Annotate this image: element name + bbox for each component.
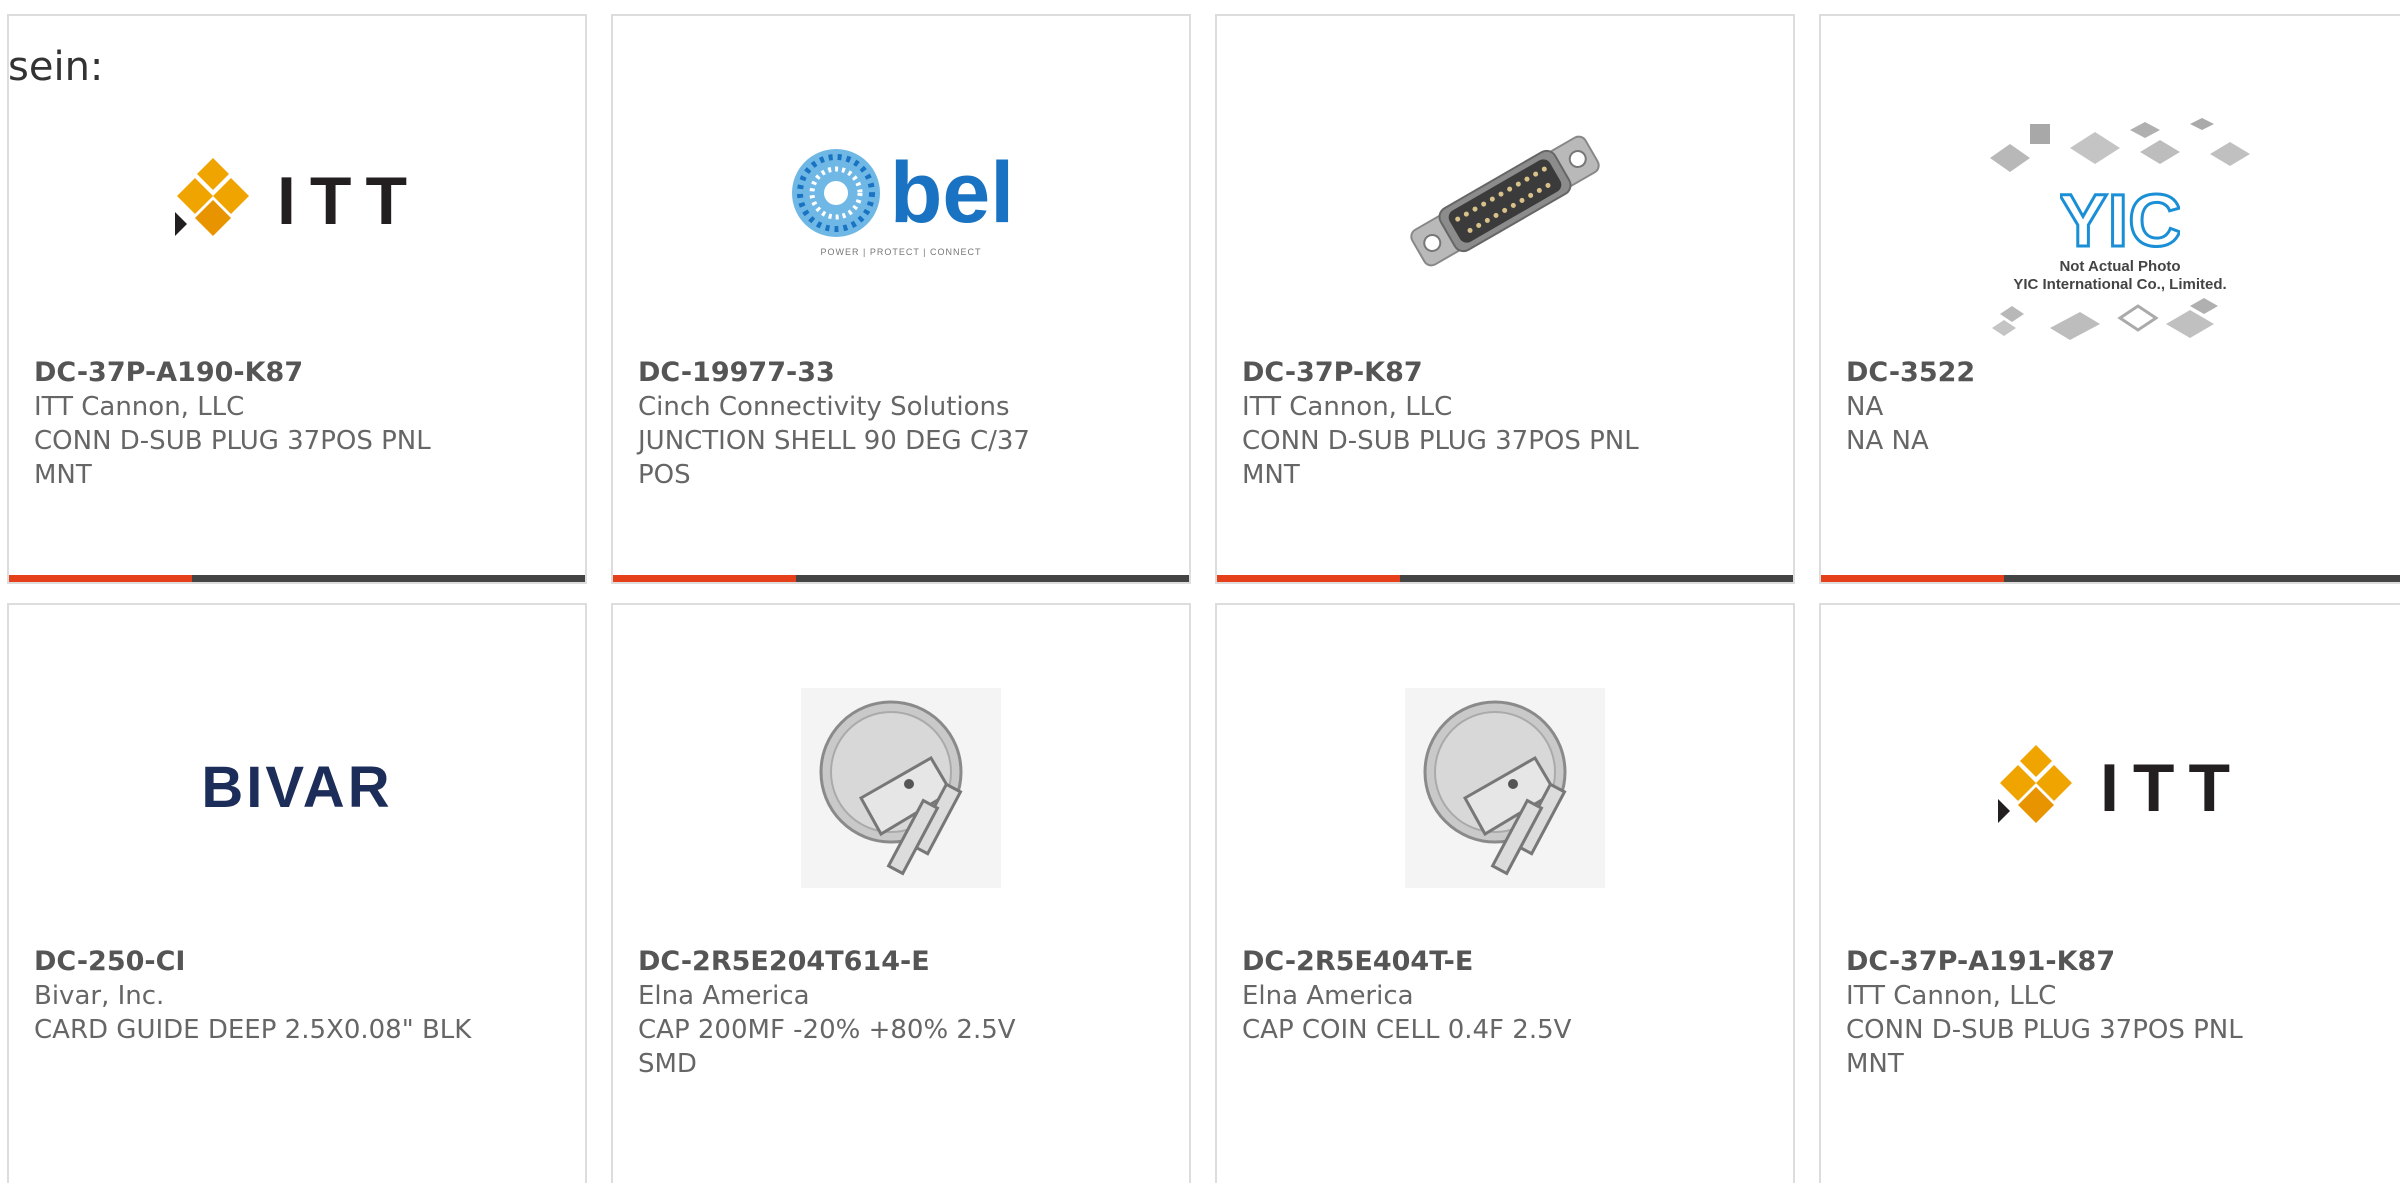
card-bar-accent <box>1217 575 1400 582</box>
chip-shapes-icon <box>1992 298 2218 340</box>
yic-note-line-2: YIC International Co., Limited. <box>2013 276 2227 293</box>
part-number-link[interactable]: DC-37P-K87 <box>1242 356 1773 390</box>
itt-diamond-icon <box>1998 744 2073 823</box>
dsub-connector-photo <box>1410 135 1600 267</box>
itt-logo: ITT <box>173 156 421 246</box>
description-cont: MNT <box>1846 1049 1904 1079</box>
manufacturer: ITT Cannon, LLC <box>34 392 245 422</box>
manufacturer: Bivar, Inc. <box>34 981 165 1011</box>
product-card[interactable]: BIVAR DC-250-CI Bivar, Inc. CARD GUIDE D… <box>7 603 587 1183</box>
bivar-logo: BIVAR <box>201 755 393 820</box>
product-card[interactable]: ITT DC-37P-A191-K87 ITT Cannon, LLC CONN… <box>1819 603 2400 1183</box>
manufacturer: ITT Cannon, LLC <box>1242 392 1453 422</box>
description: CONN D-SUB PLUG 37POS PNL <box>34 426 431 456</box>
itt-logo: ITT <box>1996 743 2244 833</box>
part-number-link[interactable]: DC-37P-A190-K87 <box>34 356 565 390</box>
lead-text: sein: <box>8 44 104 90</box>
yic-logo-text: YIC <box>2060 179 2180 258</box>
card-bar <box>9 575 585 582</box>
itt-logo-text: ITT <box>277 163 421 239</box>
card-bar <box>1821 575 2400 582</box>
product-image[interactable] <box>613 660 1189 915</box>
description-cont: POS <box>638 460 691 490</box>
card-bar-accent <box>613 575 796 582</box>
yic-logo: YIC <box>2060 178 2180 258</box>
description-cont: MNT <box>1242 460 1300 490</box>
description: CAP COIN CELL 0.4F 2.5V <box>1242 1015 1572 1045</box>
description-cont: SMD <box>638 1049 697 1079</box>
card-bar-accent <box>9 575 192 582</box>
coin-cell-photo <box>801 687 1001 888</box>
card-bar <box>613 575 1189 582</box>
description: CARD GUIDE DEEP 2.5X0.08" BLK <box>34 1015 472 1045</box>
manufacturer: Elna America <box>1242 981 1414 1011</box>
product-card[interactable]: ITT DC-37P-A190-K87 ITT Cannon, LLC CONN… <box>7 14 587 584</box>
manufacturer: NA <box>1846 392 1884 422</box>
product-card[interactable]: bel POWER | PROTECT | CONNECT DC-19977-3… <box>611 14 1191 584</box>
part-number-link[interactable]: DC-2R5E204T614-E <box>638 945 1169 979</box>
product-image[interactable]: ITT <box>9 76 585 326</box>
product-card[interactable]: DC-37P-K87 ITT Cannon, LLC CONN D-SUB PL… <box>1215 14 1795 584</box>
bel-tagline: POWER | PROTECT | CONNECT <box>820 247 982 257</box>
description: JUNCTION SHELL 90 DEG C/37 <box>638 426 1030 456</box>
description: CONN D-SUB PLUG 37POS PNL <box>1242 426 1639 456</box>
chip-shapes-icon <box>1990 118 2250 172</box>
bel-logo: bel POWER | PROTECT | CONNECT <box>788 145 1014 257</box>
manufacturer: Cinch Connectivity Solutions <box>638 392 1010 422</box>
product-image[interactable]: BIVAR <box>9 660 585 915</box>
itt-logo-text: ITT <box>2100 749 2244 826</box>
description: CONN D-SUB PLUG 37POS PNL <box>1846 1015 2243 1045</box>
product-card[interactable]: YIC Not Actual Photo YIC International C… <box>1819 14 2400 584</box>
yic-note-line-1: Not Actual Photo <box>2059 258 2181 275</box>
description-cont: MNT <box>34 460 92 490</box>
bel-logo-text: bel <box>889 145 1015 241</box>
product-card[interactable]: DC-2R5E204T614-E Elna America CAP 200MF … <box>611 603 1191 1183</box>
manufacturer: Elna America <box>638 981 810 1011</box>
itt-diamond-icon <box>175 158 250 236</box>
product-image[interactable]: ITT <box>1821 660 2400 915</box>
product-card[interactable]: DC-2R5E404T-E Elna America CAP COIN CELL… <box>1215 603 1795 1183</box>
product-image[interactable] <box>1217 76 1793 326</box>
product-image[interactable]: bel POWER | PROTECT | CONNECT <box>613 76 1189 326</box>
product-image[interactable]: YIC Not Actual Photo YIC International C… <box>1821 96 2400 366</box>
description: NA NA <box>1846 426 1929 456</box>
description: CAP 200MF -20% +80% 2.5V <box>638 1015 1016 1045</box>
part-number-link[interactable]: DC-19977-33 <box>638 356 1169 390</box>
bel-globe-icon <box>791 149 880 237</box>
part-number-link[interactable]: DC-37P-A191-K87 <box>1846 945 2399 979</box>
card-bar-accent <box>1821 575 2004 582</box>
part-number-link[interactable]: DC-3522 <box>1846 356 2399 390</box>
manufacturer: ITT Cannon, LLC <box>1846 981 2057 1011</box>
part-number-link[interactable]: DC-250-CI <box>34 945 565 979</box>
coin-cell-photo <box>1405 687 1605 888</box>
part-number-link[interactable]: DC-2R5E404T-E <box>1242 945 1773 979</box>
card-bar <box>1217 575 1793 582</box>
yic-placeholder: YIC Not Actual Photo YIC International C… <box>1980 118 2260 344</box>
product-image[interactable] <box>1217 660 1793 915</box>
